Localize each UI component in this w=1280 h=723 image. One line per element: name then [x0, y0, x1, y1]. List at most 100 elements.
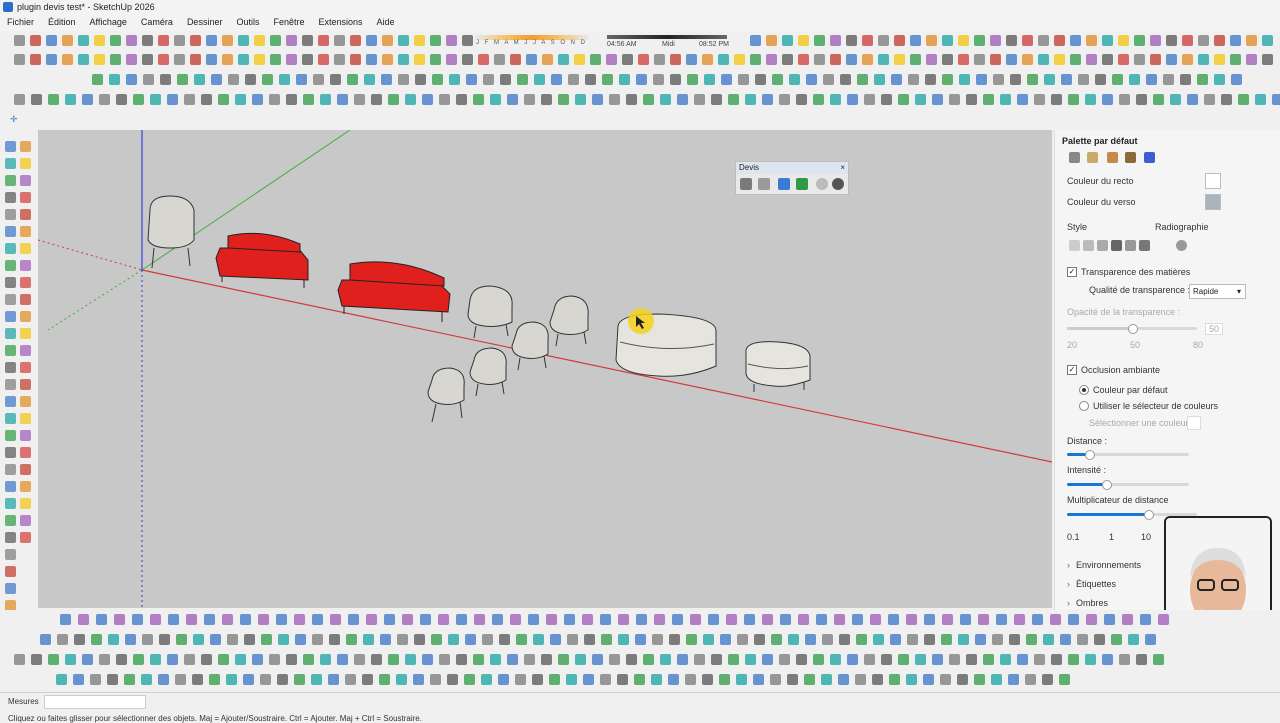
toolbar-tool-icon[interactable] — [1122, 614, 1133, 625]
drawing-viewport[interactable] — [38, 130, 1052, 608]
toolbar-tool-icon[interactable] — [779, 94, 790, 105]
toolbar-tool-icon[interactable] — [438, 614, 449, 625]
toolbar-tool-icon[interactable] — [966, 94, 977, 105]
toolbar-tool-icon[interactable] — [218, 94, 229, 105]
toolbar-tool-icon[interactable] — [1022, 54, 1033, 65]
toolbar-tool-icon[interactable] — [14, 54, 25, 65]
toolbar-tool-icon[interactable] — [898, 654, 909, 665]
left-tool-icon[interactable] — [20, 532, 31, 543]
toolbar-tool-icon[interactable] — [526, 54, 537, 65]
toolbar-tool-icon[interactable] — [192, 674, 203, 685]
toolbar-tool-icon[interactable] — [448, 634, 459, 645]
toolbar-tool-icon[interactable] — [133, 94, 144, 105]
toolbar-tool-icon[interactable] — [1050, 614, 1061, 625]
toolbar-tool-icon[interactable] — [813, 94, 824, 105]
toolbar-tool-icon[interactable] — [704, 74, 715, 85]
toolbar-tool-icon[interactable] — [839, 634, 850, 645]
toolbar-tool-icon[interactable] — [462, 54, 473, 65]
toolbar-tool-icon[interactable] — [908, 74, 919, 85]
toolbar-tool-icon[interactable] — [150, 94, 161, 105]
toolbar-tool-icon[interactable] — [240, 614, 251, 625]
toolbar-tool-icon[interactable] — [330, 74, 341, 85]
toolbar-tool-icon[interactable] — [1187, 94, 1198, 105]
armchair-1[interactable] — [147, 195, 195, 269]
toolbar-tool-icon[interactable] — [720, 634, 731, 645]
etiquettes-section[interactable]: › Étiquettes — [1067, 579, 1116, 589]
toolbar-tool-icon[interactable] — [1118, 54, 1129, 65]
toolbar-tool-icon[interactable] — [702, 54, 713, 65]
toolbar-tool-icon[interactable] — [1111, 634, 1122, 645]
toolbar-tool-icon[interactable] — [244, 634, 255, 645]
toolbar-tool-icon[interactable] — [770, 674, 781, 685]
toolbar-tool-icon[interactable] — [780, 614, 791, 625]
toolbar-tool-icon[interactable] — [524, 94, 535, 105]
toolbar-tool-icon[interactable] — [245, 74, 256, 85]
left-tool-icon[interactable] — [5, 260, 16, 271]
toolbar-tool-icon[interactable] — [190, 54, 201, 65]
toolbar-tool-icon[interactable] — [478, 54, 489, 65]
left-tool-icon[interactable] — [20, 481, 31, 492]
toolbar-tool-icon[interactable] — [654, 614, 665, 625]
distance-slider[interactable] — [1067, 450, 1189, 460]
toolbar-tool-icon[interactable] — [366, 614, 377, 625]
toolbar-tool-icon[interactable] — [382, 54, 393, 65]
toolbar-tool-icon[interactable] — [974, 35, 985, 46]
toolbar-tool-icon[interactable] — [1010, 74, 1021, 85]
toolbar-tool-icon[interactable] — [864, 654, 875, 665]
toolbar-tool-icon[interactable] — [1008, 674, 1019, 685]
toolbar-tool-icon[interactable] — [142, 35, 153, 46]
toolbar-tool-icon[interactable] — [132, 614, 143, 625]
toolbar-tool-icon[interactable] — [1140, 614, 1151, 625]
toolbar-tool-icon[interactable] — [1054, 35, 1065, 46]
toolbar-tool-icon[interactable] — [823, 74, 834, 85]
toolbar-tool-icon[interactable] — [1163, 74, 1174, 85]
style-wireframe-icon[interactable] — [1069, 240, 1080, 251]
toolbar-tool-icon[interactable] — [464, 674, 475, 685]
toolbar-tool-icon[interactable] — [143, 74, 154, 85]
xray-icon[interactable] — [1176, 240, 1187, 251]
chair-4[interactable] — [469, 347, 507, 397]
toolbar-tool-icon[interactable] — [609, 94, 620, 105]
left-tool-icon[interactable] — [5, 277, 16, 288]
toolbar-tool-icon[interactable] — [685, 674, 696, 685]
panel-tab-icon-2[interactable] — [1087, 152, 1098, 163]
toolbar-tool-icon[interactable] — [174, 54, 185, 65]
toolbar-tool-icon[interactable] — [14, 654, 25, 665]
toolbar-tool-icon[interactable] — [82, 654, 93, 665]
toolbar-tool-icon[interactable] — [772, 74, 783, 85]
toolbar-tool-icon[interactable] — [302, 54, 313, 65]
toolbar-tool-icon[interactable] — [405, 94, 416, 105]
transparence-checkbox[interactable]: ✓ — [1067, 267, 1077, 277]
toolbar-tool-icon[interactable] — [606, 54, 617, 65]
toolbar-tool-icon[interactable] — [350, 54, 361, 65]
toolbar-tool-icon[interactable] — [736, 674, 747, 685]
toolbar-tool-icon[interactable] — [660, 654, 671, 665]
toolbar-tool-icon[interactable] — [473, 94, 484, 105]
toolbar-tool-icon[interactable] — [1043, 634, 1054, 645]
toolbar-tool-icon[interactable] — [516, 634, 527, 645]
toolbar-tool-icon[interactable] — [447, 674, 458, 685]
toolbar-tool-icon[interactable] — [73, 674, 84, 685]
toolbar-tool-icon[interactable] — [881, 94, 892, 105]
selectionner-couleur-swatch[interactable] — [1187, 416, 1201, 430]
left-tool-icon[interactable] — [5, 396, 16, 407]
left-tool-icon[interactable] — [5, 328, 16, 339]
toolbar-tool-icon[interactable] — [14, 35, 25, 46]
toolbar-tool-icon[interactable] — [728, 654, 739, 665]
occlusion-checkbox[interactable]: ✓ — [1067, 365, 1077, 375]
toolbar-tool-icon[interactable] — [193, 634, 204, 645]
toolbar-tool-icon[interactable] — [750, 54, 761, 65]
toolbar-tool-icon[interactable] — [1027, 74, 1038, 85]
left-tool-icon[interactable] — [20, 175, 31, 186]
toolbar-tool-icon[interactable] — [1180, 74, 1191, 85]
left-tool-icon[interactable] — [20, 498, 31, 509]
toolbar-tool-icon[interactable] — [194, 74, 205, 85]
toolbar-tool-icon[interactable] — [252, 654, 263, 665]
toolbar-tool-icon[interactable] — [449, 74, 460, 85]
toolbar-tool-icon[interactable] — [346, 634, 357, 645]
toolbar-tool-icon[interactable] — [366, 35, 377, 46]
left-tool-icon[interactable] — [20, 243, 31, 254]
toolbar-tool-icon[interactable] — [206, 54, 217, 65]
toolbar-tool-icon[interactable] — [1153, 94, 1164, 105]
toolbar-tool-icon[interactable] — [564, 614, 575, 625]
